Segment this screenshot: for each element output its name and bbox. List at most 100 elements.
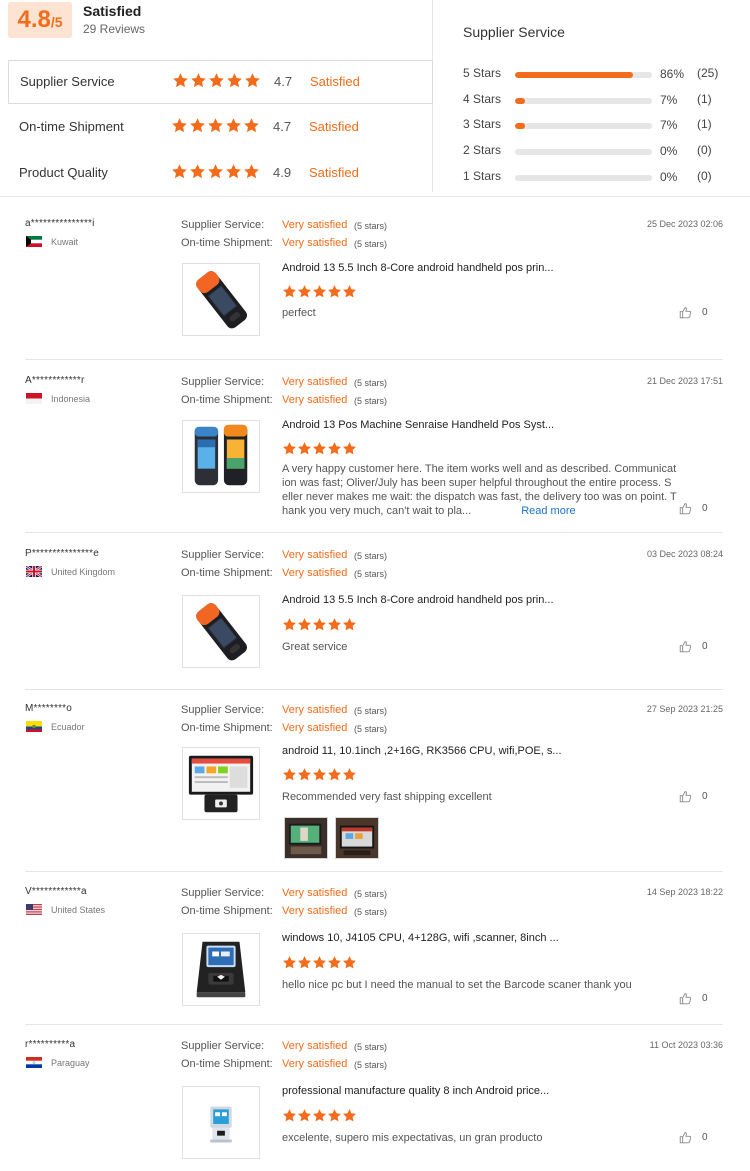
supplier-service-value: Very satisfied	[282, 376, 348, 388]
rating-word: Satisfied	[309, 165, 359, 180]
distribution-bar	[515, 72, 652, 78]
star-icon	[342, 284, 357, 299]
star-icon	[312, 1108, 327, 1123]
reviewer-country: Indonesia	[26, 393, 90, 404]
star-icon	[282, 955, 297, 970]
ontime-shipment-label: On-time Shipment:	[181, 237, 273, 249]
star-icon	[312, 767, 327, 782]
ontime-shipment-label: On-time Shipment:	[181, 567, 273, 579]
like-button[interactable]: 0	[679, 1131, 708, 1144]
review-text: perfect	[282, 307, 316, 319]
country-name: Ecuador	[51, 721, 85, 732]
ontime-shipment-value: Very satisfied	[282, 1058, 348, 1070]
like-button[interactable]: 0	[679, 640, 708, 653]
star-icon	[312, 617, 327, 632]
review-photo[interactable]	[284, 817, 328, 859]
like-count: 0	[702, 641, 708, 652]
overall-rating-title: Satisfied	[83, 3, 142, 19]
us-flag-icon	[26, 904, 42, 915]
review-photo[interactable]	[335, 817, 379, 859]
supplier-service-stars: (5 stars)	[354, 221, 388, 231]
star-icon	[312, 441, 327, 456]
country-name: Paraguay	[51, 1057, 90, 1068]
country-name: United States	[51, 904, 106, 915]
rating-row-supplier-service[interactable]: Supplier Service 4.7 Satisfied	[8, 60, 433, 104]
distribution-percent: 86%	[660, 67, 685, 81]
reviewer-name: A************r	[25, 375, 85, 386]
supplier-service-stars: (5 stars)	[354, 889, 388, 899]
handheld-pos-orange-icon[interactable]	[182, 595, 260, 668]
product-link[interactable]: Android 13 Pos Machine Senraise Handheld…	[282, 419, 554, 431]
star-icon	[342, 441, 357, 456]
distribution-row[interactable]: 4 Stars 7% (1)	[463, 92, 733, 112]
distribution-row[interactable]: 1 Stars 0% (0)	[463, 169, 733, 189]
product-link[interactable]: Android 13 5.5 Inch 8-Core android handh…	[282, 262, 554, 274]
rating-row-product-quality[interactable]: Product Quality 4.9 Satisfied	[8, 152, 433, 196]
star-icon	[189, 117, 206, 134]
reviewer-name: r**********a	[25, 1039, 76, 1050]
handheld-pos-orange-icon[interactable]	[182, 263, 260, 336]
like-button[interactable]: 0	[679, 306, 708, 319]
thumbs-up-icon	[679, 790, 692, 803]
ontime-shipment-label: On-time Shipment:	[181, 394, 273, 406]
star-icon	[297, 284, 312, 299]
review-stars	[282, 767, 357, 782]
rating-row-ontime-shipment[interactable]: On-time Shipment 4.7 Satisfied	[8, 106, 433, 150]
star-icon	[207, 117, 224, 134]
ontime-shipment-label: On-time Shipment:	[181, 1058, 273, 1070]
distribution-row[interactable]: 5 Stars 86% (25)	[463, 66, 733, 86]
country-name: United Kingdom	[51, 566, 116, 577]
ontime-shipment-value: Very satisfied	[282, 237, 348, 249]
like-button[interactable]: 0	[679, 992, 708, 1005]
country-name: Kuwait	[51, 236, 79, 247]
star-icon	[244, 72, 261, 89]
distribution-label: 4 Stars	[463, 92, 502, 106]
rating-stars	[171, 117, 260, 134]
kiosk-pos-icon[interactable]	[182, 1086, 260, 1159]
star-icon	[208, 72, 225, 89]
distribution-row[interactable]: 3 Stars 7% (1)	[463, 117, 733, 137]
distribution-bar-fill	[515, 98, 525, 104]
ontime-shipment-value: Very satisfied	[282, 394, 348, 406]
product-link[interactable]: Android 13 5.5 Inch 8-Core android handh…	[282, 594, 554, 606]
rating-label: Supplier Service	[20, 74, 115, 89]
tablet-pos-terminal-icon[interactable]	[182, 747, 260, 820]
distribution-row[interactable]: 2 Stars 0% (0)	[463, 143, 733, 163]
rating-stars	[172, 72, 261, 89]
star-icon	[282, 441, 297, 456]
review-text-body: A very happy customer here. The item wor…	[282, 463, 677, 517]
star-icon	[226, 72, 243, 89]
reviewer-name: a***************i	[25, 218, 95, 229]
ontime-shipment-value: Very satisfied	[282, 905, 348, 917]
review-date: 27 Sep 2023 21:25	[646, 704, 723, 714]
star-icon	[282, 767, 297, 782]
review-divider	[25, 359, 723, 360]
product-link[interactable]: android 11, 10.1inch ,2+16G, RK3566 CPU,…	[282, 745, 562, 757]
review-stars	[282, 441, 357, 456]
reviewer-name: P***************e	[25, 548, 100, 559]
ontime-shipment-value: Very satisfied	[282, 722, 348, 734]
star-icon	[312, 955, 327, 970]
product-link[interactable]: windows 10, J4105 CPU, 4+128G, wifi ,sca…	[282, 932, 559, 944]
product-link[interactable]: professional manufacture quality 8 inch …	[282, 1085, 549, 1097]
reviewer-name: M********o	[25, 703, 73, 714]
star-icon	[190, 72, 207, 89]
read-more-link[interactable]: Read more	[521, 505, 575, 517]
like-count: 0	[702, 503, 708, 514]
like-button[interactable]: 0	[679, 790, 708, 803]
star-icon	[327, 1108, 342, 1123]
like-button[interactable]: 0	[679, 502, 708, 515]
paraguay-flag-icon	[26, 1057, 42, 1068]
like-count: 0	[702, 1132, 708, 1143]
review-divider	[25, 1024, 723, 1025]
desktop-pos-scanner-icon[interactable]	[182, 933, 260, 1006]
distribution-label: 2 Stars	[463, 143, 502, 157]
rating-label: Product Quality	[19, 165, 108, 180]
rating-label: On-time Shipment	[19, 119, 124, 134]
star-icon	[297, 617, 312, 632]
rating-value: 4.7	[274, 74, 293, 89]
review-divider	[25, 532, 723, 533]
star-icon	[171, 117, 188, 134]
handheld-pos-pair-icon[interactable]	[182, 420, 260, 493]
rating-word: Satisfied	[309, 119, 359, 134]
